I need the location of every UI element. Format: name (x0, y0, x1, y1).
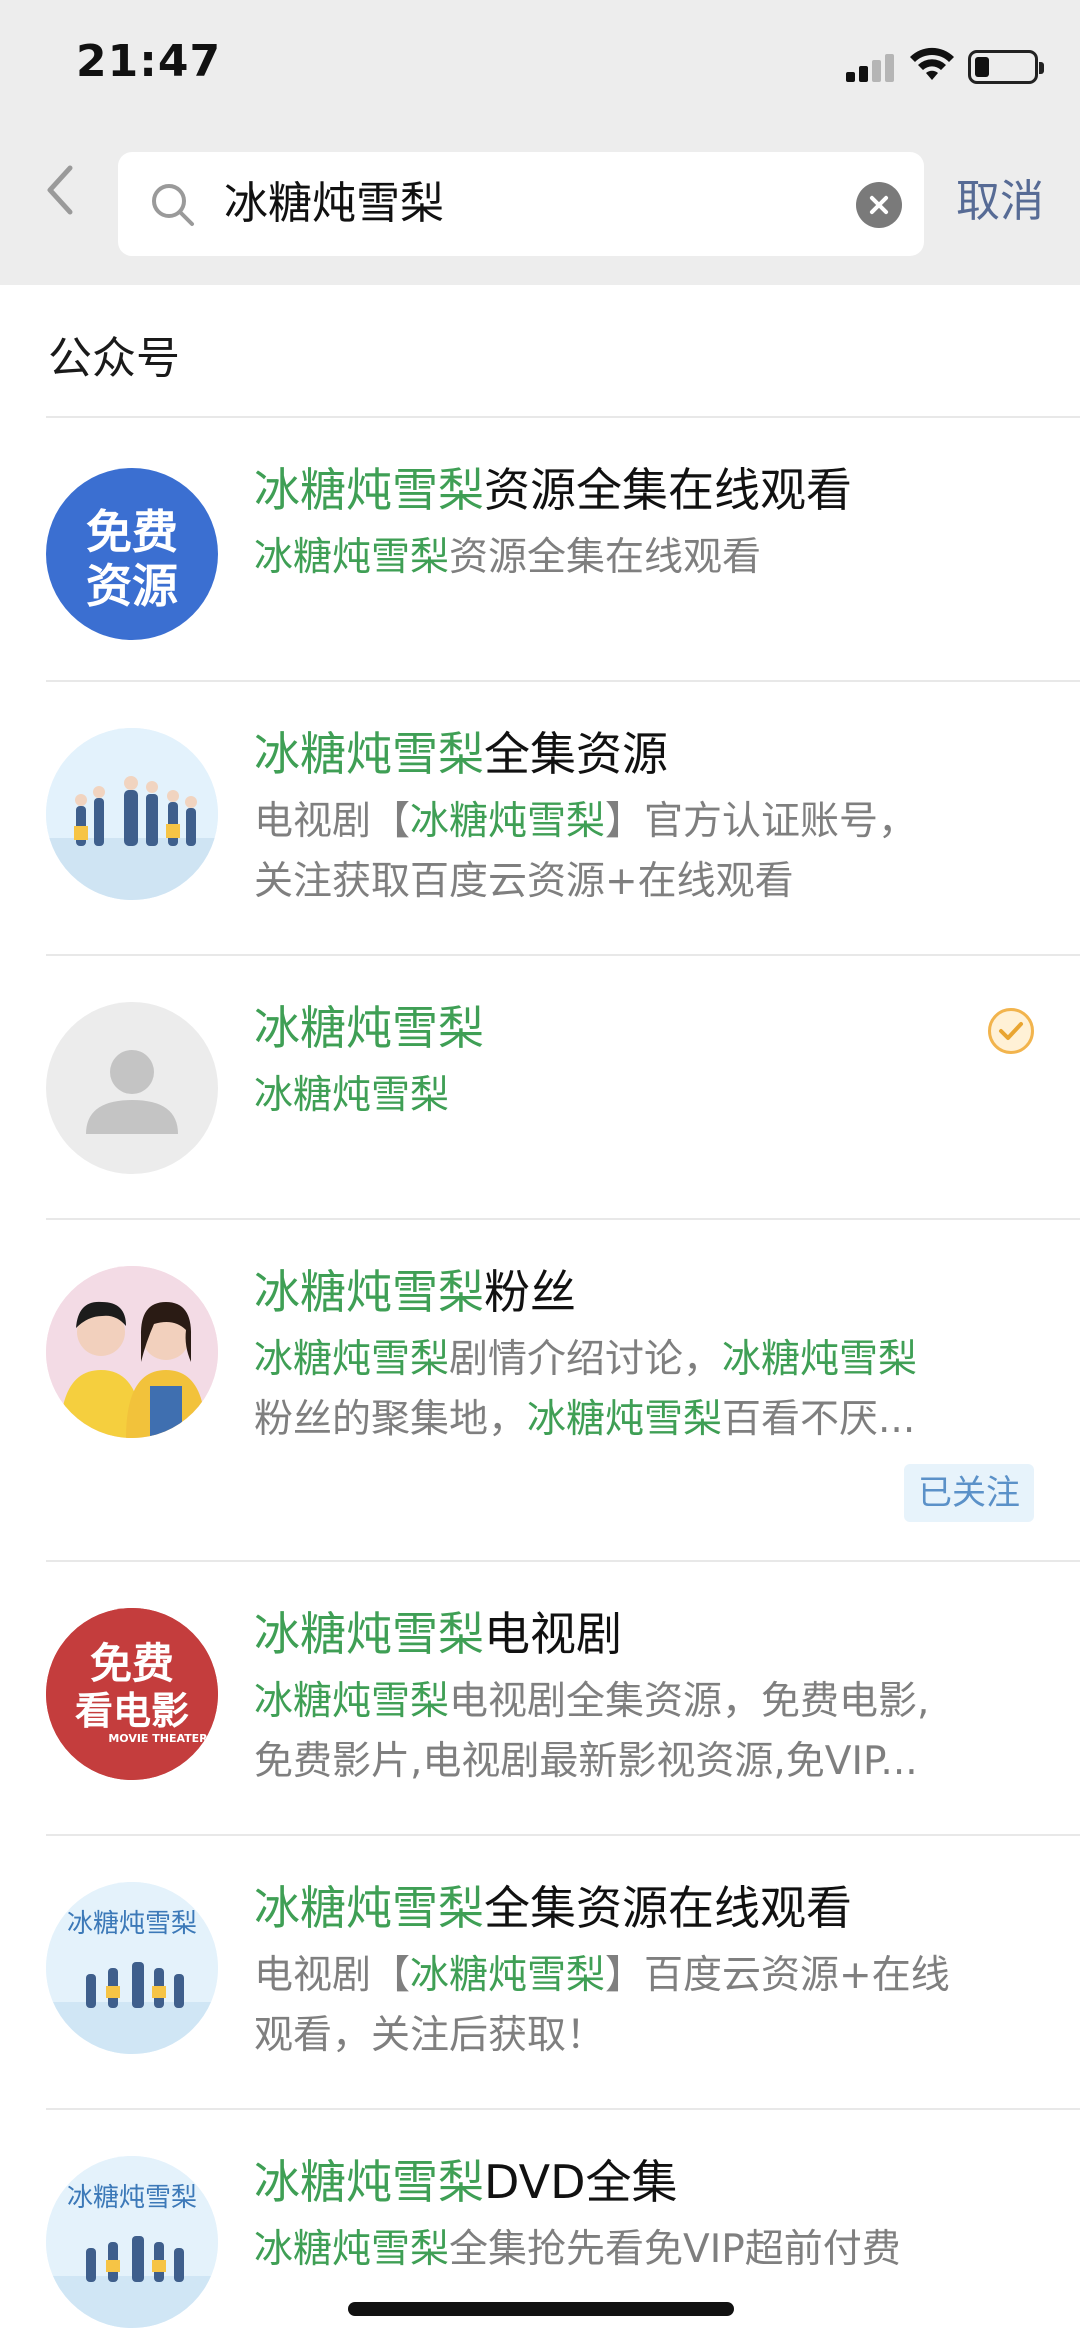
desc-highlight: 冰糖炖雪梨 (254, 535, 450, 580)
battery-icon (968, 50, 1044, 84)
avatar-text: MOVIE THEATER (108, 1732, 208, 1745)
result-item[interactable]: 免费 资源 冰糖炖雪梨资源全集在线观看 冰糖炖雪梨资源全集在线观看 (0, 418, 1080, 680)
result-title: 冰糖炖雪梨全集资源在线观看 (254, 1878, 852, 1938)
desc-text: 百看不厌... (722, 1397, 916, 1442)
search-bar[interactable]: 冰糖炖雪梨 (118, 152, 924, 256)
avatar-text: 免费 (86, 505, 178, 559)
result-desc: 冰糖炖雪梨资源全集在线观看 (254, 528, 761, 588)
avatar-text: 冰糖炖雪梨 (67, 1909, 197, 1939)
desc-highlight: 冰糖炖雪梨 (254, 1073, 450, 1118)
result-title: 冰糖炖雪梨全集资源 (254, 724, 668, 784)
avatar (46, 1266, 218, 1438)
result-desc: 电视剧【冰糖炖雪梨】官方认证账号， (254, 792, 917, 852)
desc-text: 资源全集在线观看 (449, 535, 762, 580)
top-header: 21:47 冰糖炖雪梨 取消 (0, 0, 1080, 285)
title-rest: 资源全集在线观看 (484, 463, 852, 517)
title-highlight: 冰糖炖雪梨 (254, 1881, 484, 1935)
desc-highlight: 冰糖炖雪梨 (527, 1397, 723, 1442)
avatar-text: 免费 (90, 1639, 174, 1688)
avatar: 免费 资源 (46, 468, 218, 640)
result-desc: 冰糖炖雪梨全集抢先看免VIP超前付费 (254, 2220, 901, 2280)
desc-text: 电视剧全集资源，免费电影, (449, 1679, 930, 1724)
result-item[interactable]: 冰糖炖雪梨全集资源 电视剧【冰糖炖雪梨】官方认证账号， 关注获取百度云资源+在线… (0, 682, 1080, 954)
title-highlight: 冰糖炖雪梨 (254, 1265, 484, 1319)
avatar: 冰糖炖雪梨 (46, 1882, 218, 2054)
result-item[interactable]: 冰糖炖雪梨粉丝 冰糖炖雪梨剧情介绍讨论，冰糖炖雪梨 粉丝的聚集地，冰糖炖雪梨百看… (0, 1220, 1080, 1560)
desc-highlight: 冰糖炖雪梨 (410, 799, 606, 844)
cancel-button[interactable]: 取消 (956, 170, 1044, 234)
back-chevron-icon[interactable] (40, 160, 84, 220)
status-time: 21:47 (76, 36, 222, 87)
result-desc: 冰糖炖雪梨电视剧全集资源，免费电影, (254, 1672, 929, 1732)
title-rest: 全集资源在线观看 (484, 1881, 852, 1935)
desc-text: 】官方认证账号， (605, 799, 918, 844)
result-title: 冰糖炖雪梨 (254, 998, 484, 1058)
desc-highlight: 冰糖炖雪梨 (410, 1953, 606, 1998)
title-highlight: 冰糖炖雪梨 (254, 1001, 484, 1055)
title-rest: 全集资源 (484, 727, 668, 781)
desc-text: 电视剧【 (254, 1953, 411, 1998)
desc-text: 粉丝的聚集地， (254, 1397, 528, 1442)
title-rest: 电视剧 (484, 1607, 622, 1661)
avatar: 冰糖炖雪梨 (46, 2156, 218, 2328)
avatar-text: 看电影 (75, 1688, 189, 1733)
result-title: 冰糖炖雪梨粉丝 (254, 1262, 576, 1322)
avatar (46, 1002, 218, 1174)
home-indicator[interactable] (348, 2302, 734, 2316)
avatar-text: 冰糖炖雪梨 (67, 2183, 197, 2213)
desc-highlight: 冰糖炖雪梨 (722, 1337, 918, 1382)
title-highlight: 冰糖炖雪梨 (254, 1607, 484, 1661)
signal-icon (846, 52, 898, 82)
result-desc: 冰糖炖雪梨剧情介绍讨论，冰糖炖雪梨 (254, 1330, 917, 1390)
title-highlight: 冰糖炖雪梨 (254, 2155, 484, 2209)
result-item[interactable]: 冰糖炖雪梨 冰糖炖雪梨全集资源在线观看 电视剧【冰糖炖雪梨】百度云资源+在线 观… (0, 1836, 1080, 2108)
desc-highlight: 冰糖炖雪梨 (254, 1679, 450, 1724)
desc-text: 剧情介绍讨论， (449, 1337, 723, 1382)
result-item[interactable]: 免费 看电影 MOVIE THEATER 冰糖炖雪梨电视剧 冰糖炖雪梨电视剧全集… (0, 1562, 1080, 1834)
avatar (46, 728, 218, 900)
verified-icon (988, 1008, 1034, 1054)
desc-text: 电视剧【 (254, 799, 411, 844)
avatar-text: 资源 (86, 559, 178, 613)
clear-icon[interactable] (856, 182, 902, 228)
title-rest: DVD全集 (484, 2155, 678, 2209)
title-highlight: 冰糖炖雪梨 (254, 463, 484, 517)
title-highlight: 冰糖炖雪梨 (254, 727, 484, 781)
desc-highlight: 冰糖炖雪梨 (254, 1337, 450, 1382)
result-desc: 冰糖炖雪梨 (254, 1066, 449, 1126)
desc-text: 】百度云资源+在线 (605, 1953, 950, 1998)
result-title: 冰糖炖雪梨资源全集在线观看 (254, 460, 852, 520)
avatar: 免费 看电影 MOVIE THEATER (46, 1608, 218, 1780)
result-desc: 电视剧【冰糖炖雪梨】百度云资源+在线 (254, 1946, 950, 2006)
result-item[interactable]: 冰糖炖雪梨 冰糖炖雪梨 (0, 956, 1080, 1218)
section-title: 公众号 (48, 333, 180, 384)
status-bar: 21:47 (0, 0, 1080, 130)
result-desc-line2: 粉丝的聚集地，冰糖炖雪梨百看不厌... (254, 1390, 915, 1450)
followed-badge: 已关注 (904, 1464, 1034, 1522)
search-input[interactable]: 冰糖炖雪梨 (224, 172, 824, 236)
result-desc-line2: 观看，关注后获取！ (254, 2013, 606, 2058)
desc-highlight: 冰糖炖雪梨 (254, 2227, 450, 2272)
result-desc-line2: 关注获取百度云资源+在线观看 (254, 859, 794, 904)
result-title: 冰糖炖雪梨DVD全集 (254, 2152, 678, 2212)
wifi-icon (910, 47, 954, 80)
title-rest: 粉丝 (484, 1265, 576, 1319)
result-title: 冰糖炖雪梨电视剧 (254, 1604, 622, 1664)
search-icon (152, 184, 194, 226)
result-desc-line2: 免费影片,电视剧最新影视资源,免VIP... (254, 1739, 918, 1784)
desc-text: 全集抢先看免VIP超前付费 (449, 2227, 901, 2272)
